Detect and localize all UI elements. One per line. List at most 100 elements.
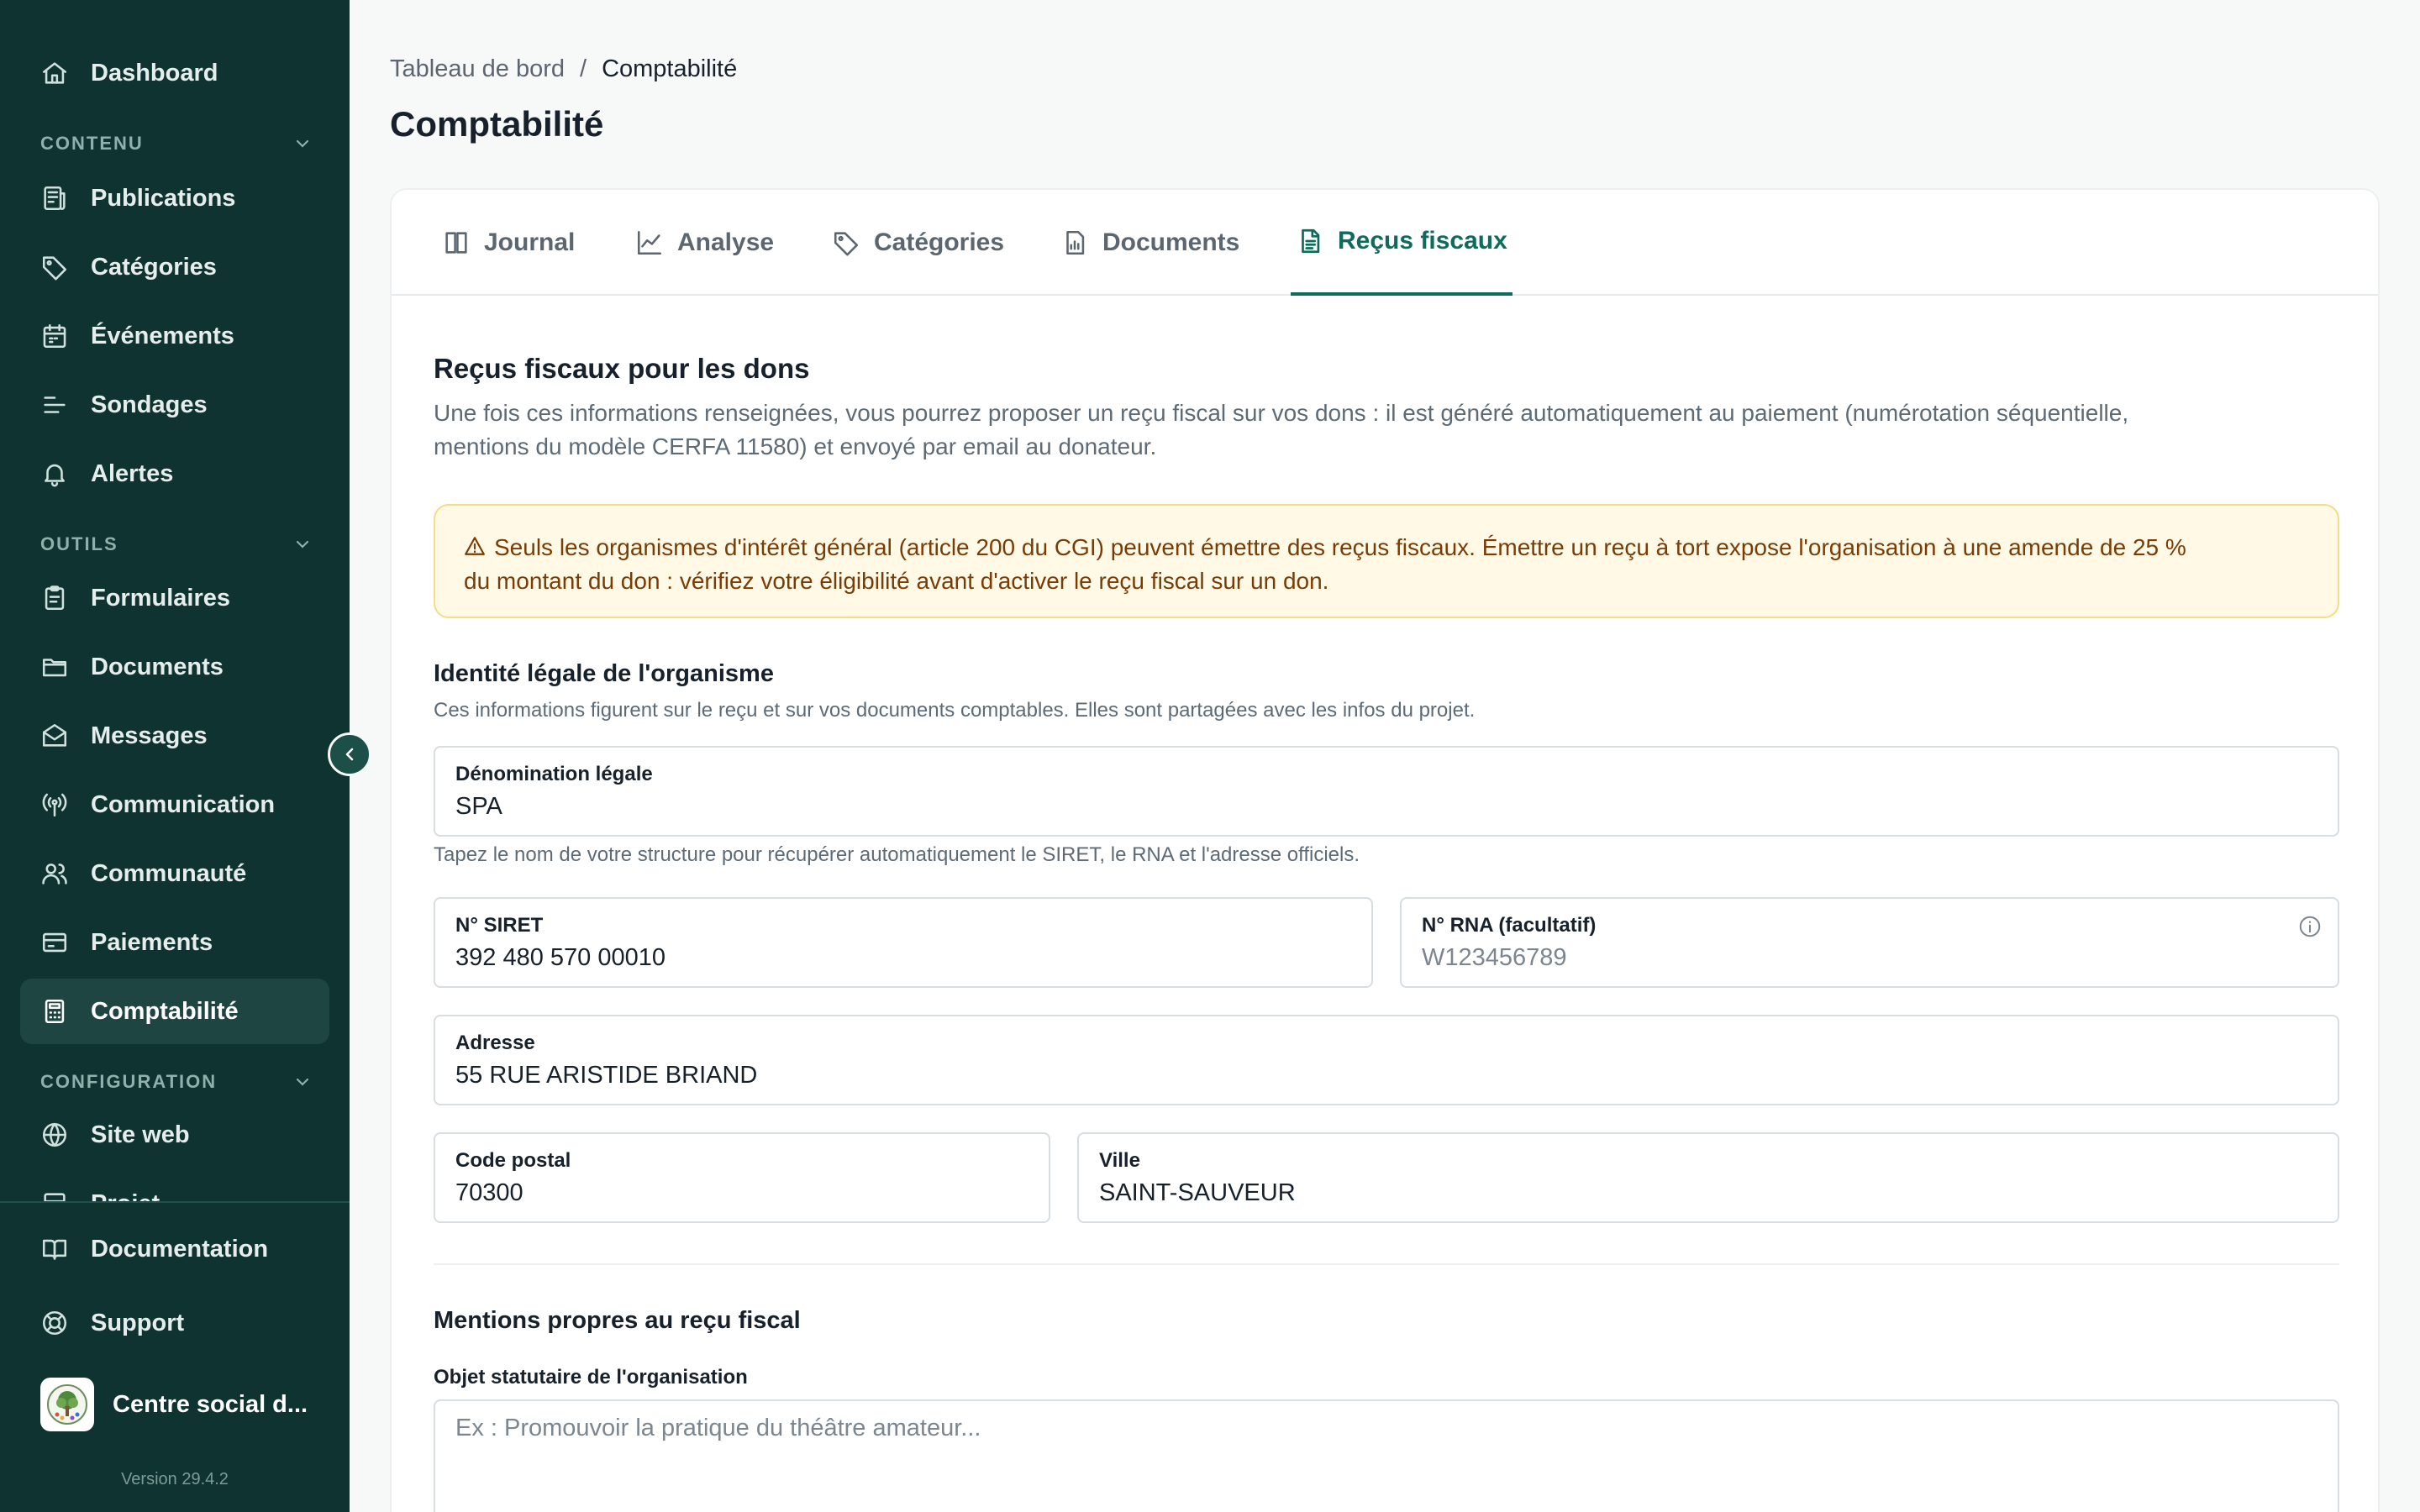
denomination-field[interactable]: Dénomination légale SPA [434,746,2339,837]
siret-label: N° SIRET [455,914,544,937]
warning-text-line-2: du montant du don : vérifiez votre éligi… [464,568,1329,594]
postal-code-input[interactable]: 70300 [455,1179,1028,1207]
rna-input[interactable]: W123456789 [1422,944,2317,972]
chevron-left-icon [345,748,354,761]
denomination-hint: Tapez le nom de votre structure pour réc… [434,843,1360,866]
newspaper-icon [40,184,69,213]
users-icon [40,859,69,888]
sidebar-divider [0,1201,350,1203]
section-description-line-1: Une fois ces informations renseignées, v… [434,400,2129,426]
sidebar-item-documents[interactable]: Documents [20,634,329,700]
sidebar-item-categories[interactable]: Catégories [20,234,329,300]
globe-icon [40,1121,69,1149]
sidebar-item-label: Communauté [91,859,247,887]
tab-analyse[interactable]: Analyse [630,190,779,296]
chevron-down-icon [296,1078,309,1086]
breadcrumb-link-tableau-de-bord[interactable]: Tableau de bord [390,55,565,83]
object-textarea[interactable]: Ex : Promouvoir la pratique du théâtre a… [434,1399,2339,1512]
sidebar-item-documentation[interactable]: Documentation [20,1216,329,1282]
organization-logo [40,1378,94,1431]
calendar-icon [40,322,69,350]
sidebar-item-label: Paiements [91,928,213,956]
section-title: Reçus fiscaux pour les dons [434,353,810,384]
sidebar-item-label: Support [91,1309,185,1336]
sidebar-item-label: Événements [91,322,234,349]
app-version: Version 29.4.2 [121,1470,229,1488]
sidebar-item-communication[interactable]: Communication [20,772,329,837]
sidebar-item-communaute[interactable]: Communauté [20,841,329,906]
main-card: Journal Analyse Catégories Documents Reç… [390,188,2380,1512]
collapse-sidebar-button[interactable] [328,732,371,776]
address-field[interactable]: Adresse 55 RUE ARISTIDE BRIAND [434,1015,2339,1105]
wallet-icon [40,928,69,957]
address-input[interactable]: 55 RUE ARISTIDE BRIAND [455,1062,2317,1089]
tab-recus-fiscaux[interactable]: Reçus fiscaux [1291,190,1512,296]
organization-switcher[interactable]: Centre social d... [20,1374,329,1435]
sidebar-item-label: Documentation [91,1235,269,1263]
sidebar-nav[interactable]: Dashboard CONTENU Publications Catégorie… [0,0,350,1201]
section-contenu[interactable]: CONTENU [40,129,313,159]
breadcrumb-current: Comptabilité [602,55,738,82]
sidebar-item-label: Communication [91,790,276,818]
sidebar-item-label: Formulaires [91,584,230,612]
tag-icon [40,253,69,281]
postal-code-field[interactable]: Code postal 70300 [434,1132,1050,1223]
chevron-down-icon [296,540,309,549]
poll-icon [40,391,69,419]
calculator-icon [40,997,69,1026]
sidebar-item-projet[interactable]: Projet [20,1171,329,1201]
info-icon[interactable] [2297,914,2323,939]
city-field[interactable]: Ville SAINT-SAUVEUR [1077,1132,2339,1223]
sidebar-item-label: Publications [91,184,236,212]
sidebar-item-formulaires[interactable]: Formulaires [20,565,329,631]
sidebar-item-evenements[interactable]: Événements [20,303,329,369]
siret-input[interactable]: 392 480 570 00010 [455,944,1351,972]
denomination-label: Dénomination légale [455,763,653,785]
breadcrumb-separator: / [580,55,587,82]
organization-name: Centre social d... [113,1390,308,1418]
mail-icon [40,722,69,750]
book-icon [40,1235,69,1263]
page-title: Comptabilité [390,104,604,144]
sidebar-item-sondages[interactable]: Sondages [20,372,329,438]
tag-icon [834,232,859,256]
section-description-line-2: mentions du modèle CERFA 11580) et envoy… [434,433,1157,459]
book-icon [445,232,467,254]
warning-icon [464,533,486,555]
rna-field[interactable]: N° RNA (facultatif) W123456789 [1400,897,2339,988]
home-icon [40,59,69,87]
chart-line-icon [637,230,662,255]
folder-icon [40,653,69,681]
tab-journal[interactable]: Journal [437,190,580,296]
project-icon [40,1189,69,1201]
sidebar-item-label: Projet [91,1190,160,1202]
sidebar-item-publications[interactable]: Publications [20,165,329,231]
sidebar-item-alertes[interactable]: Alertes [20,441,329,507]
object-label: Objet statutaire de l'organisation [434,1366,748,1389]
city-label: Ville [1099,1149,1140,1172]
sidebar-item-dashboard[interactable]: Dashboard [20,40,329,106]
receipt-icon [1302,228,1320,254]
denomination-input[interactable]: SPA [455,793,2317,821]
sidebar-item-site-web[interactable]: Site web [20,1102,329,1168]
warning-text-line-1: Seuls les organismes d'intérêt général (… [494,534,2186,560]
sidebar-item-messages[interactable]: Messages [20,703,329,769]
sidebar-item-comptabilite[interactable]: Comptabilité [20,979,329,1044]
broadcast-icon [40,790,69,819]
section-configuration[interactable]: CONFIGURATION [40,1067,313,1097]
clipboard-icon [40,584,69,612]
eligibility-warning: Seuls les organismes d'intérêt général (… [434,504,2339,618]
sidebar-item-support[interactable]: Support [20,1290,329,1356]
siret-field[interactable]: N° SIRET 392 480 570 00010 [434,897,1373,988]
tab-bar: Journal Analyse Catégories Documents Reç… [392,190,2378,296]
section-outils[interactable]: OUTILS [40,529,313,559]
sidebar-item-paiements[interactable]: Paiements [20,910,329,975]
rna-label: N° RNA (facultatif) [1422,914,1597,937]
tab-documents[interactable]: Documents [1055,190,1244,296]
sidebar-item-label: Comptabilité [91,997,239,1025]
city-input[interactable]: SAINT-SAUVEUR [1099,1179,2317,1207]
identity-title: Identité légale de l'organisme [434,660,774,687]
postal-code-label: Code postal [455,1149,571,1172]
tab-categories[interactable]: Catégories [827,190,1009,296]
sidebar-item-label: Messages [91,722,208,749]
